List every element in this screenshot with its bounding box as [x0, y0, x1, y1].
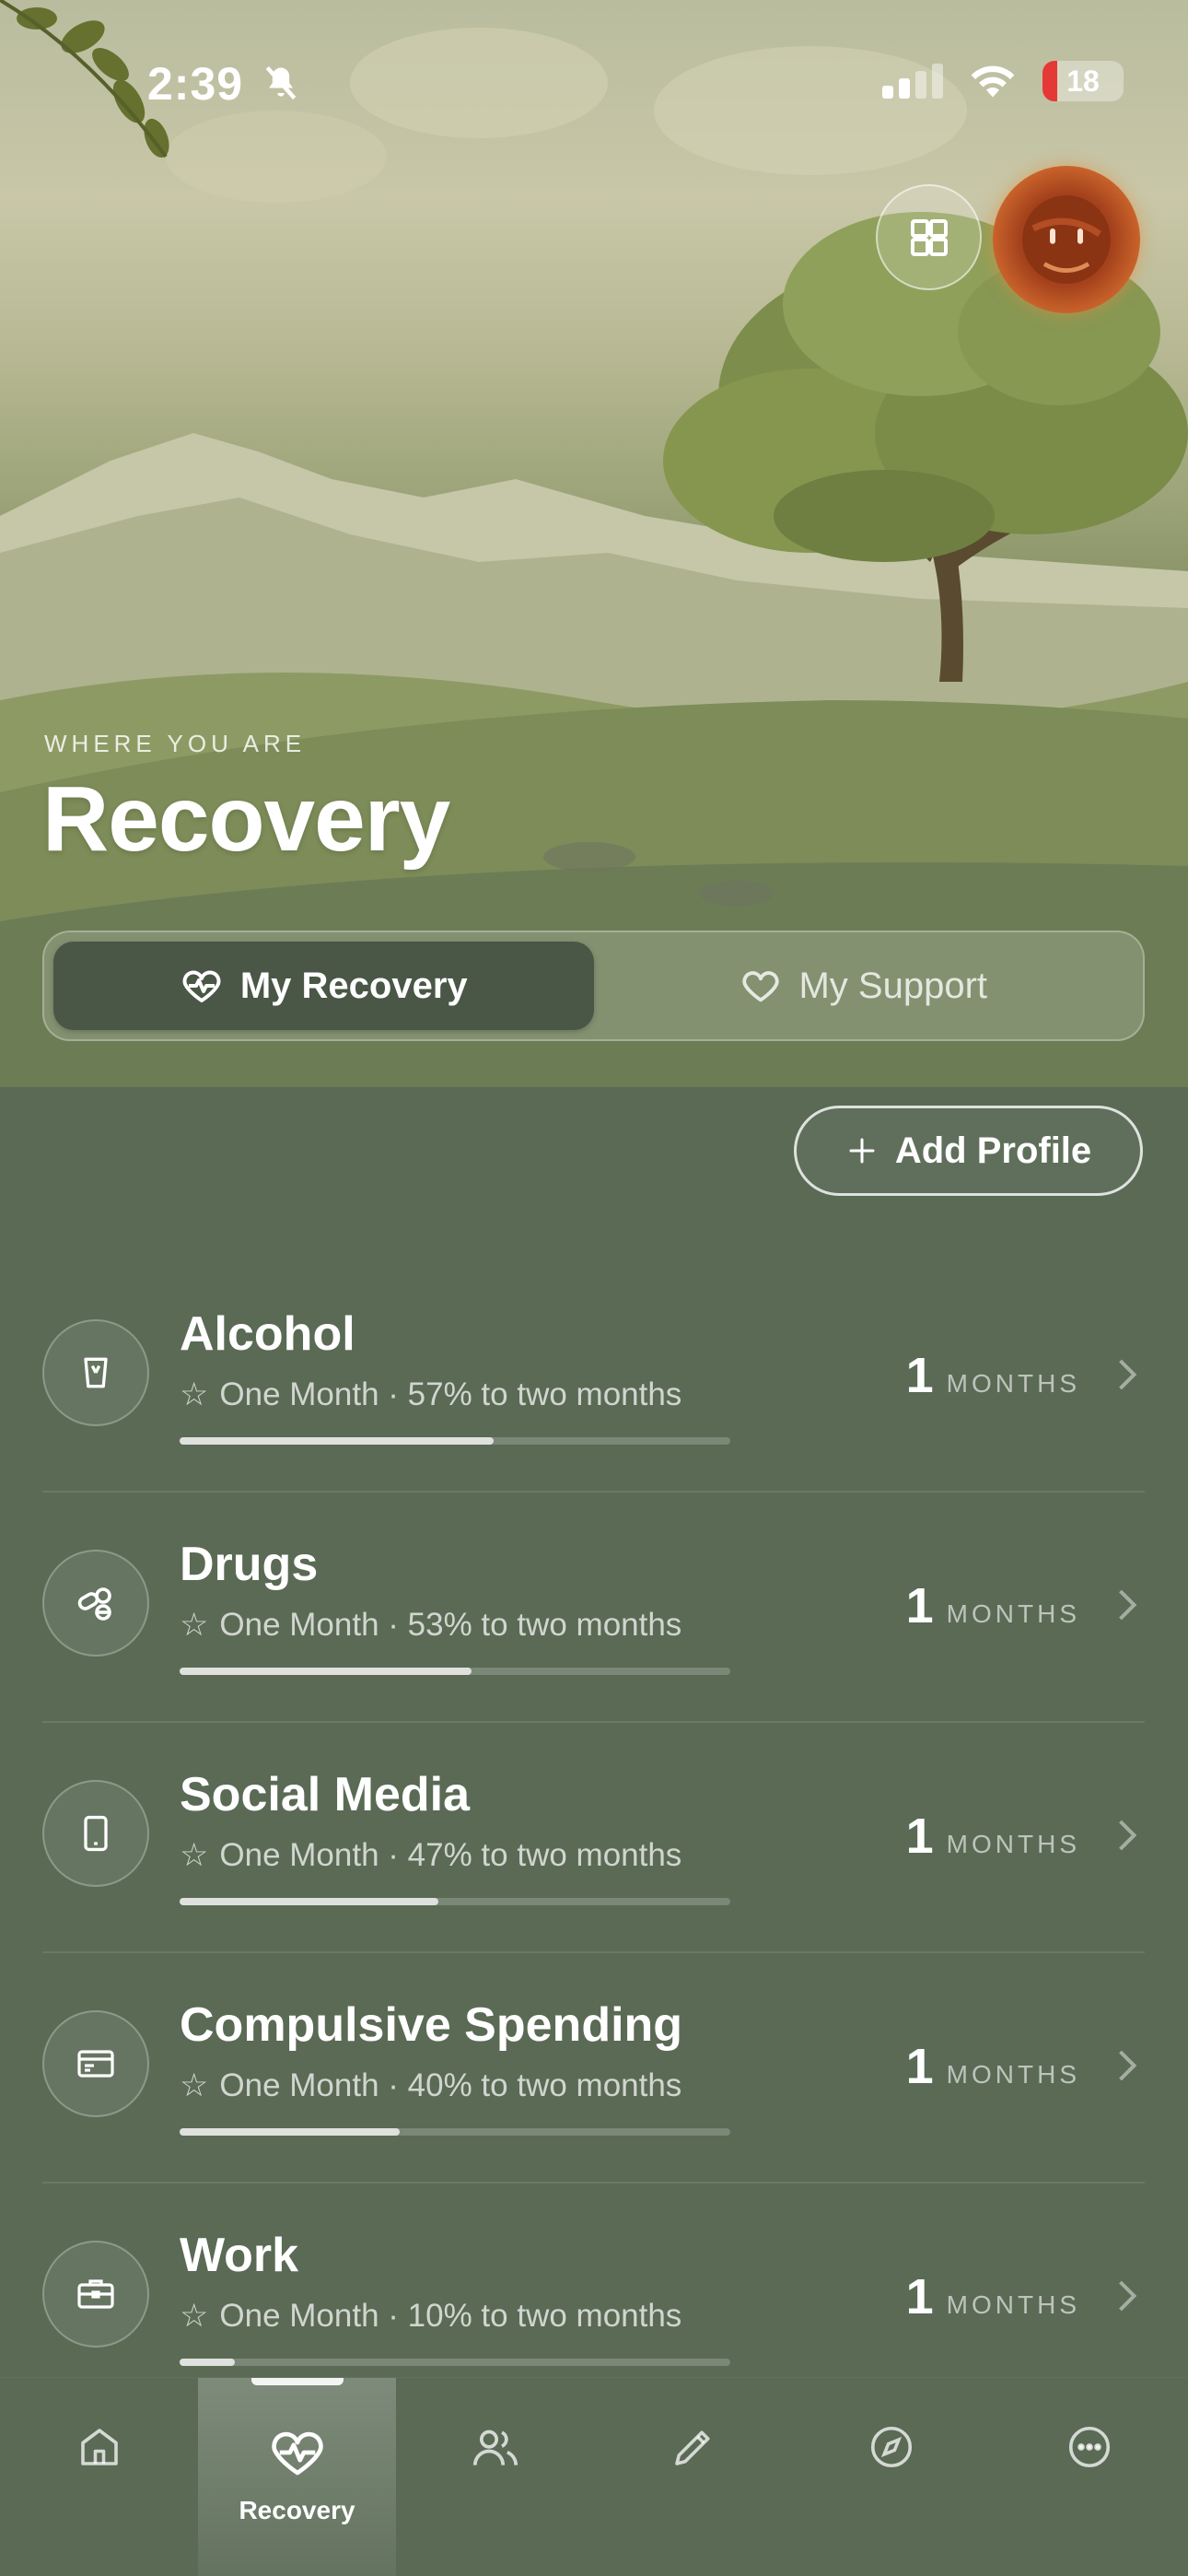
tab-explore[interactable]: [792, 2378, 990, 2576]
profile-milestone: ☆ One Month · 53% to two months: [180, 1607, 682, 1643]
home-icon: [80, 2429, 118, 2465]
progress-bar: [180, 1437, 730, 1445]
profile-name: Alcohol: [180, 1307, 355, 1361]
profile-icon: [42, 2010, 149, 2117]
profile-name: Social Media: [180, 1768, 470, 1821]
profile-duration: 1 MONTHS: [905, 1348, 1080, 1403]
battery-icon: 18: [1042, 61, 1124, 101]
hero-background: [0, 0, 1188, 1087]
more-icon: [1068, 2426, 1110, 2468]
chevron-right-icon: [1119, 1589, 1137, 1621]
briefcase-icon: [77, 2279, 114, 2309]
profile-icon: [42, 1550, 149, 1657]
phone-icon: [84, 1815, 108, 1852]
tab-journal[interactable]: [594, 2378, 792, 2576]
star-icon: ☆: [180, 2067, 209, 2103]
segmented-control: My Recovery My Support: [42, 931, 1145, 1041]
page-title: Recovery: [42, 767, 450, 871]
heart-outline-icon: [742, 971, 780, 1002]
profile-row-alcohol[interactable]: Alcohol ☆ One Month · 57% to two months 1…: [42, 1262, 1145, 1493]
star-icon: ☆: [180, 2298, 209, 2334]
bell-slash-icon: [265, 66, 297, 100]
wifi-icon: [971, 65, 1015, 98]
profile-row-drugs[interactable]: Drugs ☆ One Month · 53% to two months 1 MO…: [42, 1493, 1145, 1723]
profile-milestone: ☆ One Month · 40% to two months: [180, 2067, 682, 2103]
star-icon: ☆: [180, 1376, 209, 1412]
tab-label: My Recovery: [239, 965, 468, 1006]
tab-my-recovery[interactable]: My Recovery: [53, 942, 594, 1030]
status-icons: 18: [882, 61, 1124, 101]
add-profile-button[interactable]: Add Profile: [794, 1106, 1143, 1196]
recovery-profile-list: Alcohol ☆ One Month · 57% to two months 1…: [42, 1262, 1145, 2414]
chevron-right-icon: [1119, 1820, 1137, 1851]
star-icon: ☆: [180, 1607, 209, 1643]
heart-pulse-icon: [271, 2431, 323, 2476]
pencil-icon: [674, 2430, 710, 2465]
page-eyebrow: WHERE YOU ARE: [44, 730, 307, 757]
tab-my-support[interactable]: My Support: [594, 942, 1135, 1030]
profile-name: Compulsive Spending: [180, 1998, 683, 2052]
star-icon: ☆: [180, 1837, 209, 1873]
glass-icon: [84, 1357, 108, 1388]
profile-row-social-media[interactable]: Social Media ☆ One Month · 47% to two mon…: [42, 1723, 1145, 1953]
tab-label: Recovery: [239, 2496, 355, 2524]
profile-milestone: ☆ One Month · 57% to two months: [180, 1376, 682, 1412]
add-profile-label: Add Profile: [894, 1130, 1092, 1171]
profile-milestone: ☆ One Month · 47% to two months: [180, 1837, 682, 1873]
grid-icon: [910, 218, 948, 256]
compass-icon: [870, 2426, 912, 2468]
heart-pulse-icon: [182, 970, 221, 1002]
progress-bar: [180, 1898, 730, 1905]
profile-icon: [42, 2241, 149, 2348]
profile-duration: 1 MONTHS: [905, 1809, 1080, 1864]
avatar[interactable]: [993, 166, 1140, 313]
profile-duration: 1 MONTHS: [905, 1578, 1080, 1633]
tab-more[interactable]: [990, 2378, 1188, 2576]
profile-duration: 1 MONTHS: [905, 2269, 1080, 2324]
tab-community[interactable]: [396, 2378, 594, 2576]
chevron-right-icon: [1119, 2050, 1137, 2081]
avatar-face-icon: [1022, 195, 1111, 284]
people-icon: [472, 2430, 518, 2465]
plus-icon: [849, 1138, 875, 1164]
profile-name: Drugs: [180, 1538, 319, 1591]
profile-row-compulsive-spending[interactable]: Compulsive Spending ☆ One Month · 40% to …: [42, 1953, 1145, 2184]
profile-milestone: ☆ One Month · 10% to two months: [180, 2298, 682, 2334]
tab-bar: Recovery: [0, 2377, 1188, 2576]
pills-icon: [77, 1587, 111, 1621]
profile-icon: [42, 1319, 149, 1426]
progress-bar: [180, 1668, 730, 1675]
credit-card-icon: [77, 2050, 114, 2078]
tab-home[interactable]: [0, 2378, 198, 2576]
chevron-right-icon: [1119, 2280, 1137, 2312]
profile-name: Work: [180, 2229, 299, 2282]
tab-recovery[interactable]: Recovery: [198, 2378, 396, 2576]
status-time: 2:39: [147, 57, 301, 111]
grid-button[interactable]: [876, 184, 982, 290]
cellular-signal-icon: [882, 64, 943, 99]
progress-bar: [180, 2359, 730, 2366]
chevron-right-icon: [1119, 1359, 1137, 1390]
profile-icon: [42, 1780, 149, 1887]
progress-bar: [180, 2128, 730, 2136]
tab-label: My Support: [798, 965, 988, 1006]
profile-duration: 1 MONTHS: [905, 2039, 1080, 2094]
